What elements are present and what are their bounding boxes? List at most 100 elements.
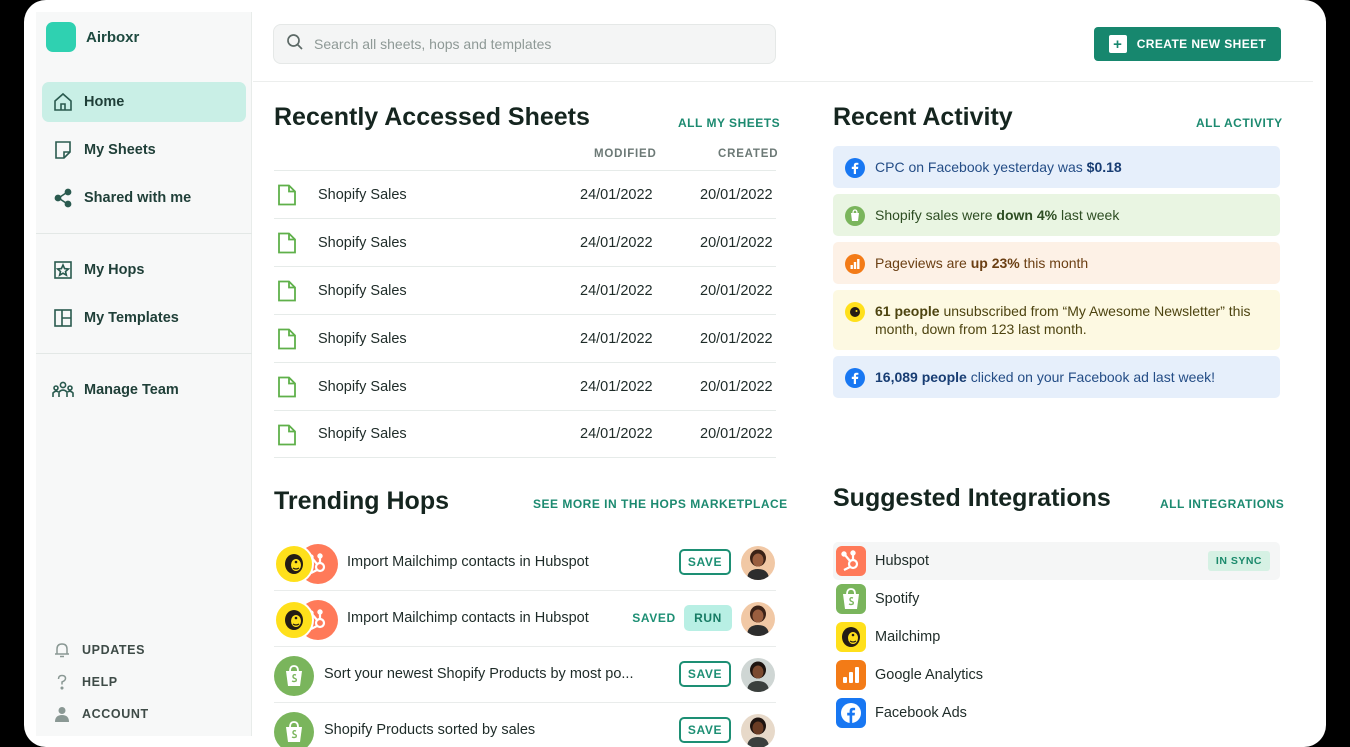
sheet-created: 20/01/2022 bbox=[700, 282, 773, 299]
sync-status-badge: IN SYNC bbox=[1207, 551, 1270, 571]
hop-title[interactable]: Import Mailchimp contacts in Hubspot bbox=[347, 554, 589, 570]
hop-title[interactable]: Sort your newest Shopify Products by mos… bbox=[324, 666, 633, 682]
app-window: Airboxr Home My Sheets Shared with me My… bbox=[24, 0, 1326, 747]
file-icon bbox=[277, 328, 297, 355]
hop-title[interactable]: Shopify Products sorted by sales bbox=[324, 722, 535, 738]
sidebar-item-account[interactable]: ACCOUNT bbox=[52, 698, 149, 730]
activity-highlight: $0.18 bbox=[1086, 159, 1122, 175]
integration-item[interactable]: Facebook Ads bbox=[833, 694, 1280, 732]
sheet-name[interactable]: Shopify Sales bbox=[318, 379, 407, 395]
mailchimp-icon bbox=[836, 622, 866, 652]
activity-text: clicked on your Facebook ad last week! bbox=[966, 369, 1216, 385]
team-icon bbox=[52, 379, 74, 401]
secondary-nav: My Hops My Templates bbox=[42, 250, 246, 346]
search-bar[interactable] bbox=[273, 24, 776, 64]
share-icon bbox=[52, 187, 74, 209]
column-header-modified[interactable]: MODIFIED bbox=[594, 148, 657, 160]
hops-marketplace-link[interactable]: SEE MORE IN THE HOPS MARKETPLACE bbox=[533, 497, 788, 511]
create-new-sheet-label: CREATE NEW SHEET bbox=[1136, 37, 1267, 51]
integration-name: Mailchimp bbox=[875, 629, 941, 645]
activity-item[interactable]: Shopify sales were down 4% last week bbox=[833, 194, 1280, 236]
file-icon bbox=[277, 424, 297, 451]
create-new-sheet-button[interactable]: + CREATE NEW SHEET bbox=[1094, 27, 1281, 61]
file-icon bbox=[277, 376, 297, 403]
sheet-name[interactable]: Shopify Sales bbox=[318, 187, 407, 203]
avatar[interactable] bbox=[741, 714, 775, 747]
column-header-created[interactable]: CREATED bbox=[718, 148, 778, 160]
bottom-nav: UPDATES HELP ACCOUNT bbox=[52, 634, 149, 730]
hop-item[interactable]: Sort your newest Shopify Products by mos… bbox=[274, 647, 776, 703]
sidebar-item-my-sheets[interactable]: My Sheets bbox=[42, 130, 246, 170]
activity-item[interactable]: 61 people unsubscribed from “My Awesome … bbox=[833, 290, 1280, 350]
table-row[interactable]: Shopify Sales 24/01/2022 20/01/2022 bbox=[274, 410, 776, 458]
mailchimp-icon bbox=[845, 302, 865, 322]
hop-item[interactable]: Import Mailchimp contacts in Hubspot SAV… bbox=[274, 591, 776, 647]
shopify-icon bbox=[274, 656, 314, 696]
sidebar-item-updates[interactable]: UPDATES bbox=[52, 634, 149, 666]
google-analytics-icon bbox=[836, 660, 866, 690]
activity-text: CPC on Facebook yesterday was bbox=[875, 159, 1087, 175]
table-row[interactable]: Shopify Sales 24/01/2022 20/01/2022 bbox=[274, 362, 776, 410]
sheet-name[interactable]: Shopify Sales bbox=[318, 235, 407, 251]
table-row[interactable]: Shopify Sales 24/01/2022 20/01/2022 bbox=[274, 218, 776, 266]
sidebar-divider bbox=[36, 233, 252, 234]
home-icon bbox=[52, 91, 74, 113]
activity-highlight: 61 people bbox=[875, 303, 940, 319]
avatar[interactable] bbox=[741, 602, 775, 636]
file-icon bbox=[277, 232, 297, 259]
all-my-sheets-link[interactable]: ALL MY SHEETS bbox=[678, 116, 780, 130]
sidebar-item-my-hops[interactable]: My Hops bbox=[42, 250, 246, 290]
integrations-list: Hubspot IN SYNC Spotify Mailchimp Google… bbox=[833, 542, 1280, 732]
google-analytics-icon bbox=[845, 254, 865, 274]
table-row[interactable]: Shopify Sales 24/01/2022 20/01/2022 bbox=[274, 314, 776, 362]
avatar[interactable] bbox=[741, 546, 775, 580]
brand[interactable]: Airboxr bbox=[46, 22, 139, 52]
sheet-name[interactable]: Shopify Sales bbox=[318, 283, 407, 299]
sidebar-item-label: HELP bbox=[82, 675, 118, 689]
integration-item[interactable]: Hubspot IN SYNC bbox=[833, 542, 1280, 580]
integration-item[interactable]: Google Analytics bbox=[833, 656, 1280, 694]
sheet-created: 20/01/2022 bbox=[700, 330, 773, 347]
sheets-title: Recently Accessed Sheets bbox=[274, 103, 590, 131]
sidebar-item-label: UPDATES bbox=[82, 643, 146, 657]
table-row[interactable]: Shopify Sales 24/01/2022 20/01/2022 bbox=[274, 170, 776, 218]
all-activity-link[interactable]: ALL ACTIVITY bbox=[1196, 116, 1283, 130]
integration-name: Spotify bbox=[875, 591, 920, 607]
activity-text: this month bbox=[1019, 255, 1089, 271]
hop-title[interactable]: Import Mailchimp contacts in Hubspot bbox=[347, 610, 589, 626]
sheets-table: Shopify Sales 24/01/2022 20/01/2022 Shop… bbox=[274, 170, 776, 458]
hop-item[interactable]: Shopify Products sorted by sales SAVE bbox=[274, 703, 776, 747]
search-input[interactable] bbox=[314, 36, 754, 52]
sidebar-item-label: My Sheets bbox=[84, 142, 156, 158]
hop-item[interactable]: Import Mailchimp contacts in Hubspot SAV… bbox=[274, 535, 776, 591]
sheet-created: 20/01/2022 bbox=[700, 186, 773, 203]
sheet-name[interactable]: Shopify Sales bbox=[318, 331, 407, 347]
shopify-icon bbox=[836, 584, 866, 614]
activity-title: Recent Activity bbox=[833, 103, 1013, 131]
sidebar-item-my-templates[interactable]: My Templates bbox=[42, 298, 246, 338]
integration-item[interactable]: Mailchimp bbox=[833, 618, 1280, 656]
run-button[interactable]: RUN bbox=[684, 605, 732, 631]
sidebar-item-home[interactable]: Home bbox=[42, 82, 246, 122]
sidebar: Airboxr Home My Sheets Shared with me My… bbox=[36, 12, 252, 736]
integration-item[interactable]: Spotify bbox=[833, 580, 1280, 618]
save-button[interactable]: SAVE bbox=[679, 717, 731, 743]
sidebar-item-shared[interactable]: Shared with me bbox=[42, 178, 246, 218]
activity-item[interactable]: 16,089 people clicked on your Facebook a… bbox=[833, 356, 1280, 398]
sheet-name[interactable]: Shopify Sales bbox=[318, 426, 407, 442]
save-button[interactable]: SAVE bbox=[679, 661, 731, 687]
sidebar-item-label: Home bbox=[84, 94, 125, 110]
sidebar-item-manage-team[interactable]: Manage Team bbox=[42, 370, 246, 410]
all-integrations-link[interactable]: ALL INTEGRATIONS bbox=[1160, 497, 1284, 511]
save-button[interactable]: SAVE bbox=[679, 549, 731, 575]
table-row[interactable]: Shopify Sales 24/01/2022 20/01/2022 bbox=[274, 266, 776, 314]
avatar[interactable] bbox=[741, 658, 775, 692]
activity-item[interactable]: CPC on Facebook yesterday was $0.18 bbox=[833, 146, 1280, 188]
sidebar-item-label: Shared with me bbox=[84, 190, 192, 206]
activity-highlight: up 23% bbox=[970, 255, 1020, 271]
sidebar-item-label: ACCOUNT bbox=[82, 707, 149, 721]
facebook-icon bbox=[845, 158, 865, 178]
activity-item[interactable]: Pageviews are up 23% this month bbox=[833, 242, 1280, 284]
bell-icon bbox=[52, 640, 72, 660]
sidebar-item-help[interactable]: HELP bbox=[52, 666, 149, 698]
